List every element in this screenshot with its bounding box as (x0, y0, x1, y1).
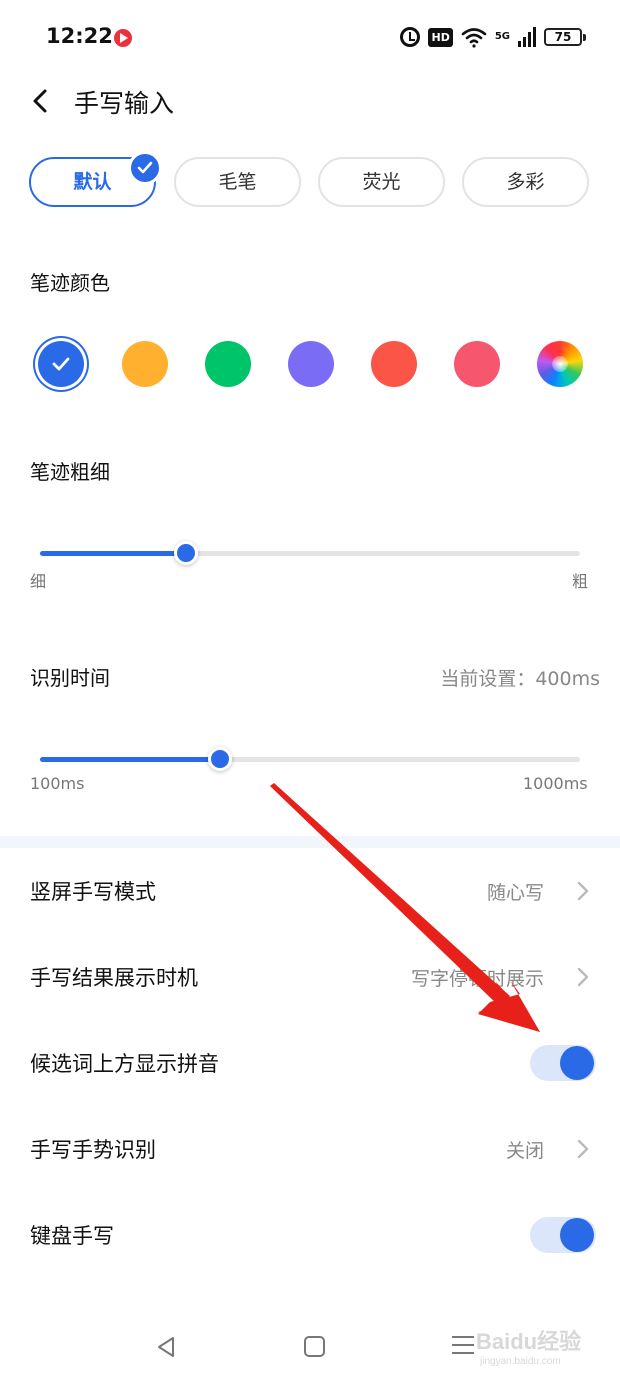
stroke-width-slider[interactable] (40, 541, 580, 565)
stroke-width-max-label: 粗 (572, 572, 589, 591)
video-app-icon (114, 29, 132, 47)
style-chip-label: 默认 (73, 171, 112, 193)
color-swatch-blue[interactable] (38, 341, 84, 387)
recognition-time-current: 当前设置：400ms (440, 668, 600, 690)
nav-back-icon[interactable] (156, 1336, 176, 1358)
network-type-label: 5G (494, 31, 510, 42)
color-swatch-purple[interactable] (288, 341, 334, 387)
setting-row-pinyin-above: 候选词上方显示拼音 (0, 1020, 620, 1106)
setting-label: 手写结果展示时机 (30, 966, 198, 990)
pinyin-toggle[interactable] (530, 1045, 596, 1081)
setting-value: 随心写 (486, 882, 544, 904)
recognition-time-label: 识别时间 (30, 666, 110, 690)
page-title: 手写输入 (74, 89, 175, 118)
style-chip-group: 默认 毛笔 荧光 多彩 (29, 151, 591, 207)
header: 手写输入 (0, 76, 620, 126)
chevron-right-icon (577, 967, 589, 987)
section-divider (0, 836, 620, 848)
setting-row-keyboard-handwriting: 键盘手写 (0, 1192, 620, 1278)
alarm-icon (400, 27, 421, 47)
style-chip-label: 荧光 (362, 171, 401, 193)
color-swatch-red[interactable] (371, 341, 417, 387)
recognition-time-slider[interactable] (40, 747, 580, 771)
slider-fill (40, 551, 186, 556)
style-chip-brush[interactable]: 毛笔 (174, 157, 301, 207)
hd-icon: HD (428, 27, 453, 47)
color-swatch-multicolor[interactable] (537, 341, 583, 387)
style-chip-highlight[interactable]: 荧光 (318, 157, 445, 207)
setting-row-portrait-mode[interactable]: 竖屏手写模式 随心写 (0, 848, 620, 934)
watermark-logo: Baidu经验 (476, 1329, 582, 1354)
slider-fill (40, 757, 220, 762)
setting-value: 关闭 (505, 1140, 544, 1162)
recognition-time-min-label: 100ms (30, 774, 85, 793)
setting-value: 写字停顿时展示 (410, 968, 544, 990)
recognition-time-max-label: 1000ms (523, 774, 588, 793)
style-chip-colorful[interactable]: 多彩 (462, 157, 589, 207)
status-time: 12:22 (46, 24, 113, 48)
check-badge-icon (128, 151, 162, 185)
status-bar: 12:22 HD 5G 75 (0, 0, 620, 76)
nav-menu-icon[interactable] (452, 1336, 474, 1354)
nav-home-icon[interactable] (304, 1336, 325, 1357)
keyboard-handwriting-toggle[interactable] (530, 1217, 596, 1253)
toggle-knob (560, 1218, 594, 1252)
setting-label: 候选词上方显示拼音 (30, 1052, 219, 1076)
stroke-width-min-label: 细 (30, 572, 47, 591)
battery-icon: 75 (544, 28, 586, 46)
setting-row-gesture[interactable]: 手写手势识别 关闭 (0, 1106, 620, 1192)
navigation-bar: Baidu经验 jingyan.baidu.com (0, 1310, 620, 1386)
status-indicators: HD 5G 75 (400, 24, 586, 50)
color-swatch-row (38, 341, 586, 389)
setting-label: 竖屏手写模式 (30, 880, 156, 904)
style-chip-label: 毛笔 (218, 171, 257, 193)
chevron-left-icon[interactable] (28, 88, 54, 114)
slider-thumb[interactable] (208, 747, 232, 771)
signal-icon (518, 27, 536, 47)
slider-thumb[interactable] (173, 541, 198, 565)
color-swatch-pink[interactable] (454, 341, 500, 387)
setting-row-result-timing[interactable]: 手写结果展示时机 写字停顿时展示 (0, 934, 620, 1020)
chevron-right-icon (577, 881, 589, 901)
color-swatch-green[interactable] (205, 341, 251, 387)
style-chip-label: 多彩 (506, 171, 545, 193)
watermark-url: jingyan.baidu.com (480, 1356, 561, 1367)
style-chip-default[interactable]: 默认 (29, 151, 162, 207)
setting-label: 键盘手写 (30, 1224, 114, 1248)
wifi-icon (461, 28, 487, 48)
chevron-right-icon (577, 1139, 589, 1159)
toggle-knob (560, 1046, 594, 1080)
color-swatch-orange[interactable] (122, 341, 168, 387)
stroke-width-label: 笔迹粗细 (30, 460, 110, 484)
stroke-color-label: 笔迹颜色 (30, 271, 110, 295)
setting-label: 手写手势识别 (30, 1138, 156, 1162)
